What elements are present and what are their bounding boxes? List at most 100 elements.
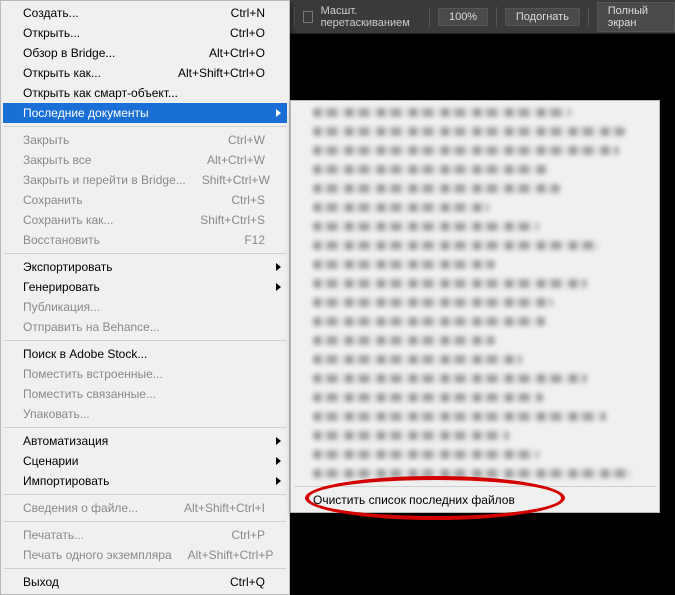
recent-file-item[interactable] <box>293 274 657 293</box>
menu-item[interactable]: Генерировать <box>3 277 287 297</box>
menu-item-label: Сохранить <box>23 193 83 207</box>
recent-file-item[interactable] <box>293 331 657 350</box>
menu-item[interactable]: Открыть как смарт-объект... <box>3 83 287 103</box>
menu-item: Сведения о файле...Alt+Shift+Ctrl+I <box>3 498 287 518</box>
recent-file-item[interactable] <box>293 103 657 122</box>
submenu-arrow-icon <box>276 109 281 117</box>
menu-item[interactable]: Открыть... Ctrl+O <box>3 23 287 43</box>
recent-file-item[interactable] <box>293 255 657 274</box>
menu-item-label: Упаковать... <box>23 407 90 421</box>
recent-file-item[interactable] <box>293 217 657 236</box>
toolbar-separator <box>429 7 430 27</box>
menu-item-label: Обзор в Bridge... <box>23 46 115 60</box>
menu-item: Упаковать... <box>3 404 287 424</box>
menu-item-shortcut: Ctrl+P <box>215 528 265 542</box>
menu-item-label: Сведения о файле... <box>23 501 138 515</box>
menu-item: Сохранить как... Shift+Ctrl+S <box>3 210 287 230</box>
menu-item-label: Поместить связанные... <box>23 387 156 401</box>
menu-item-label: Поиск в Adobe Stock... <box>23 347 147 361</box>
menu-item: Поместить связанные... <box>3 384 287 404</box>
menu-item-label: Сценарии <box>23 454 78 468</box>
menu-item-label: Импортировать <box>23 474 109 488</box>
menu-item-label: Последние документы <box>23 106 149 120</box>
recent-file-item[interactable] <box>293 141 657 160</box>
clear-recent-files[interactable]: Очистить список последних файлов <box>293 490 657 510</box>
menu-item[interactable]: Поиск в Adobe Stock... <box>3 344 287 364</box>
menu-item[interactable]: Сценарии <box>3 451 287 471</box>
recent-file-item[interactable] <box>293 369 657 388</box>
recent-file-item[interactable] <box>293 293 657 312</box>
menu-item-label: Публикация... <box>23 300 100 314</box>
menu-item-label: Открыть как... <box>23 66 101 80</box>
menu-item-label: Закрыть и перейти в Bridge... <box>23 173 186 187</box>
menu-item: Печатать... Ctrl+P <box>3 525 287 545</box>
menu-item-label: Выход <box>23 575 59 589</box>
menu-item: ЗакрытьCtrl+W <box>3 130 287 150</box>
fit-button[interactable]: Подогнать <box>505 8 580 26</box>
menu-separator <box>294 486 656 487</box>
menu-item-label: Открыть... <box>23 26 80 40</box>
menu-item: Отправить на Behance... <box>3 317 287 337</box>
menu-separator <box>4 427 286 428</box>
menu-item-label: Создать... <box>23 6 79 20</box>
menu-item-shortcut: Alt+Ctrl+O <box>193 46 265 60</box>
menu-separator <box>4 340 286 341</box>
toolbar-separator <box>294 7 295 27</box>
recent-file-item[interactable] <box>293 445 657 464</box>
drag-scale-checkbox[interactable] <box>303 11 313 23</box>
zoom-field[interactable]: 100% <box>438 8 488 26</box>
menu-separator <box>4 521 286 522</box>
menu-item-label: Открыть как смарт-объект... <box>23 86 178 100</box>
menu-item-shortcut: Ctrl+S <box>215 193 265 207</box>
drag-scale-label: Масшт. перетаскиванием <box>321 5 422 29</box>
menu-item-label: Закрыть <box>23 133 69 147</box>
submenu-arrow-icon <box>276 477 281 485</box>
menu-item: Печать одного экземпляраAlt+Shift+Ctrl+P <box>3 545 287 565</box>
menu-item: Публикация... <box>3 297 287 317</box>
menu-item[interactable]: Открыть как... Alt+Shift+Ctrl+O <box>3 63 287 83</box>
menu-item-shortcut: Alt+Shift+Ctrl+O <box>162 66 265 80</box>
menu-separator <box>4 126 286 127</box>
menu-item-shortcut: Alt+Shift+Ctrl+P <box>172 548 274 562</box>
menu-item-label: Сохранить как... <box>23 213 113 227</box>
menu-item-label: Генерировать <box>23 280 100 294</box>
menu-item[interactable]: Обзор в Bridge... Alt+Ctrl+O <box>3 43 287 63</box>
menu-item-label: Закрыть все <box>23 153 91 167</box>
recent-file-item[interactable] <box>293 122 657 141</box>
menu-item[interactable]: Экспортировать <box>3 257 287 277</box>
menu-item-shortcut: Ctrl+O <box>214 26 265 40</box>
menu-item-shortcut: F12 <box>228 233 265 247</box>
toolbar-separator <box>496 7 497 27</box>
recent-file-item[interactable] <box>293 236 657 255</box>
menu-item-label: Печатать... <box>23 528 84 542</box>
recent-file-item[interactable] <box>293 179 657 198</box>
recent-file-item[interactable] <box>293 160 657 179</box>
menu-item[interactable]: Импортировать <box>3 471 287 491</box>
menu-item[interactable]: Последние документы <box>3 103 287 123</box>
menu-separator <box>4 253 286 254</box>
menu-separator <box>4 494 286 495</box>
menu-item: ВосстановитьF12 <box>3 230 287 250</box>
menu-item[interactable]: Создать...Ctrl+N <box>3 3 287 23</box>
recent-file-item[interactable] <box>293 464 657 483</box>
menu-item: Сохранить Ctrl+S <box>3 190 287 210</box>
menu-item[interactable]: Автоматизация <box>3 431 287 451</box>
recent-file-item[interactable] <box>293 426 657 445</box>
recent-file-item[interactable] <box>293 350 657 369</box>
menu-item: Закрыть и перейти в Bridge...Shift+Ctrl+… <box>3 170 287 190</box>
recent-file-item[interactable] <box>293 198 657 217</box>
recent-file-item[interactable] <box>293 312 657 331</box>
menu-separator <box>4 568 286 569</box>
submenu-arrow-icon <box>276 457 281 465</box>
file-menu[interactable]: Создать...Ctrl+N Открыть... Ctrl+O Обзор в … <box>0 0 290 595</box>
recent-file-item[interactable] <box>293 407 657 426</box>
menu-item-label: Отправить на Behance... <box>23 320 160 334</box>
fullscreen-button[interactable]: Полный экран <box>597 2 675 32</box>
submenu-arrow-icon <box>276 263 281 271</box>
menu-item[interactable]: ВыходCtrl+Q <box>3 572 287 592</box>
menu-item-label: Печать одного экземпляра <box>23 548 172 562</box>
recent-documents-submenu[interactable]: Очистить список последних файлов <box>290 100 660 513</box>
recent-file-item[interactable] <box>293 388 657 407</box>
menu-item-shortcut: Shift+Ctrl+S <box>184 213 265 227</box>
toolbar-separator <box>588 7 589 27</box>
